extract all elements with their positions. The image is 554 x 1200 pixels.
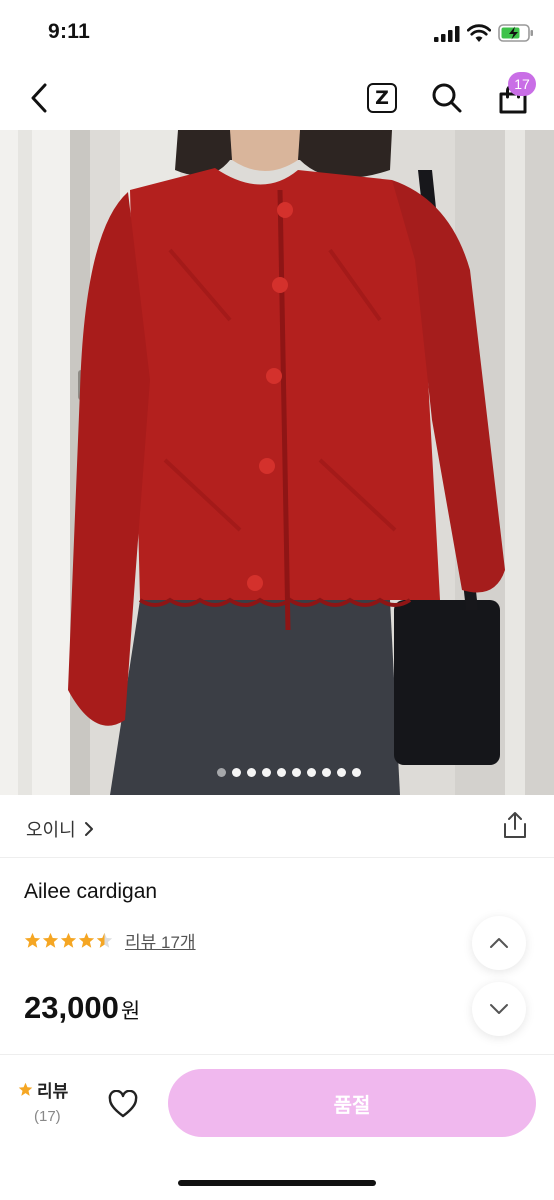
review-tab-label: 리뷰 <box>37 1082 69 1101</box>
chevron-up-icon <box>490 938 508 948</box>
pager-dot[interactable] <box>262 768 271 777</box>
review-count-link[interactable]: 리뷰 17개 <box>125 928 196 953</box>
status-time: 9:11 <box>48 20 91 43</box>
scroll-up-button[interactable] <box>472 916 526 970</box>
product-image-carousel[interactable] <box>0 130 554 795</box>
bottom-action-bar: 리뷰 (17) 품절 <box>0 1054 554 1200</box>
pager-dot[interactable] <box>352 768 361 777</box>
review-tab-label-row: 리뷰 <box>18 1077 88 1102</box>
share-button[interactable] <box>498 808 532 842</box>
star-icon <box>60 932 77 948</box>
cellular-signal-icon <box>434 26 460 42</box>
star-icon <box>78 932 95 948</box>
rating-stars <box>24 932 113 949</box>
wishlist-button[interactable] <box>104 1085 142 1123</box>
star-icon <box>18 1082 33 1096</box>
chevron-right-icon <box>84 822 93 836</box>
chevron-down-icon <box>490 1004 508 1014</box>
search-icon <box>432 83 462 113</box>
cart-count-badge: 17 <box>508 72 536 96</box>
pager-dot[interactable] <box>277 768 286 777</box>
price-value: 23,000 <box>24 990 119 1025</box>
pager-dot[interactable] <box>322 768 331 777</box>
pager-dot[interactable] <box>232 768 241 777</box>
image-pager <box>0 768 554 782</box>
half-star-icon <box>96 932 113 948</box>
pager-dot[interactable] <box>217 768 226 777</box>
review-tab-count: (17) <box>34 1108 61 1125</box>
pager-dot[interactable] <box>337 768 346 777</box>
zigzag-z-button[interactable]: Z <box>362 78 402 118</box>
chevron-left-icon <box>31 83 47 113</box>
back-button[interactable] <box>20 78 60 118</box>
pager-dot[interactable] <box>247 768 256 777</box>
pager-dot[interactable] <box>307 768 316 777</box>
shop-link[interactable]: 오이니 <box>26 816 94 842</box>
share-icon <box>504 812 526 838</box>
status-bar: 9:11 <box>0 0 554 64</box>
app-header: Z <box>0 64 554 130</box>
price-row: 23,000 원 <box>24 990 140 1026</box>
home-indicator <box>178 1180 376 1186</box>
rating-row: 리뷰 17개 <box>24 928 196 952</box>
sold-out-button[interactable]: 품절 <box>168 1069 536 1137</box>
product-title: Ailee cardigan <box>24 880 158 903</box>
search-button[interactable] <box>427 78 467 118</box>
product-photo <box>0 130 554 795</box>
star-icon <box>24 932 41 948</box>
scroll-down-button[interactable] <box>472 982 526 1036</box>
heart-icon <box>108 1090 138 1118</box>
z-label: Z <box>367 83 397 113</box>
shop-row: 오이니 <box>0 796 554 858</box>
shop-name: 오이니 <box>26 820 76 840</box>
price-currency: 원 <box>120 1000 141 1023</box>
battery-charging-icon <box>498 24 533 42</box>
review-tab[interactable]: 리뷰 (17) <box>18 1077 88 1125</box>
pager-dot[interactable] <box>292 768 301 777</box>
star-icon <box>42 932 59 948</box>
wifi-icon <box>467 24 491 42</box>
